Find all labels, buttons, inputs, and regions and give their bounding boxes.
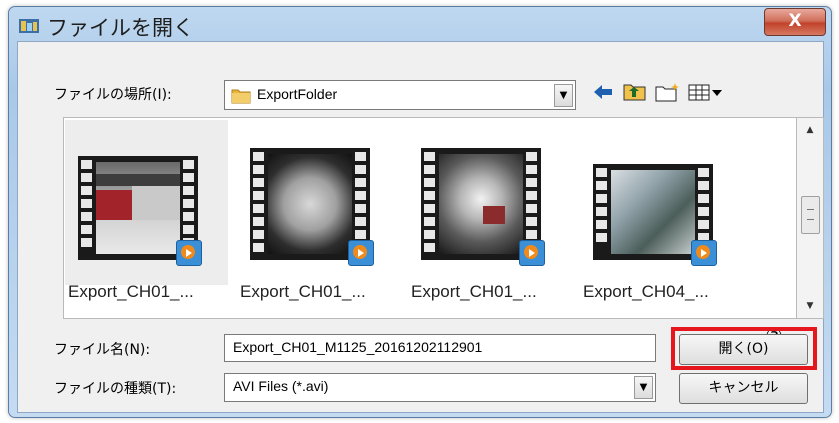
- up-folder-icon[interactable]: [623, 82, 647, 102]
- video-thumbnail: [250, 148, 374, 266]
- folder-icon: [231, 89, 251, 104]
- file-item[interactable]: Export_CH01_...: [407, 118, 582, 316]
- play-badge-icon: [691, 240, 717, 266]
- filetype-value: AVI Files (*.avi): [233, 378, 329, 394]
- file-name: Export_CH04_...: [583, 282, 709, 301]
- window-title: ファイルを開く: [47, 16, 194, 40]
- title-bar[interactable]: ファイルを開く X: [9, 7, 831, 45]
- play-badge-icon: [176, 240, 202, 266]
- scroll-down-icon[interactable]: ▼: [797, 296, 823, 316]
- close-button[interactable]: X: [764, 8, 826, 36]
- filename-label: ファイル名(N):: [54, 342, 151, 358]
- back-arrow-icon[interactable]: [592, 82, 614, 102]
- video-thumbnail: [593, 164, 717, 266]
- close-icon: X: [788, 11, 802, 31]
- scroll-up-icon[interactable]: ▲: [797, 120, 823, 140]
- video-thumbnail: [78, 156, 202, 266]
- file-name: Export_CH01_...: [411, 282, 537, 301]
- view-menu-icon[interactable]: [688, 82, 724, 102]
- location-combo[interactable]: ExportFolder ▼: [224, 80, 576, 110]
- file-name: Export_CH01_...: [240, 282, 366, 301]
- filetype-select[interactable]: AVI Files (*.avi) ▼: [224, 373, 656, 402]
- filename-input[interactable]: Export_CH01_M1125_20161202112901: [224, 334, 656, 362]
- cancel-button[interactable]: キャンセル: [679, 373, 808, 404]
- play-badge-icon: [519, 240, 545, 266]
- file-item[interactable]: Export_CH04_...: [579, 118, 754, 316]
- file-item[interactable]: Export_CH01_...: [236, 118, 411, 316]
- chevron-down-icon[interactable]: ▼: [554, 84, 573, 107]
- file-item[interactable]: Export_CH01_...: [64, 118, 239, 316]
- new-folder-icon[interactable]: [655, 82, 681, 102]
- play-badge-icon: [348, 240, 374, 266]
- annotation-highlight: [671, 327, 817, 370]
- file-list-view[interactable]: Export_CH01_... Export_CH01_... Export_C…: [63, 117, 797, 319]
- location-label: ファイルの場所(I):: [54, 87, 172, 103]
- filename-value: Export_CH01_M1125_20161202112901: [233, 339, 483, 355]
- filetype-label: ファイルの種類(T):: [54, 381, 177, 397]
- location-value: ExportFolder: [257, 86, 338, 102]
- dialog-body: ファイルの場所(I): ExportFolder ▼ Export_CH01_.…: [17, 41, 824, 413]
- open-file-dialog: ファイルを開く X ファイルの場所(I): ExportFolder ▼ Exp…: [8, 6, 832, 418]
- app-icon: [19, 19, 39, 33]
- chevron-down-icon[interactable]: ▼: [634, 376, 653, 399]
- scroll-thumb[interactable]: [801, 196, 820, 234]
- video-thumbnail: [421, 148, 545, 266]
- vertical-scrollbar[interactable]: ▲ ▼: [796, 117, 824, 319]
- file-name: Export_CH01_...: [68, 282, 194, 301]
